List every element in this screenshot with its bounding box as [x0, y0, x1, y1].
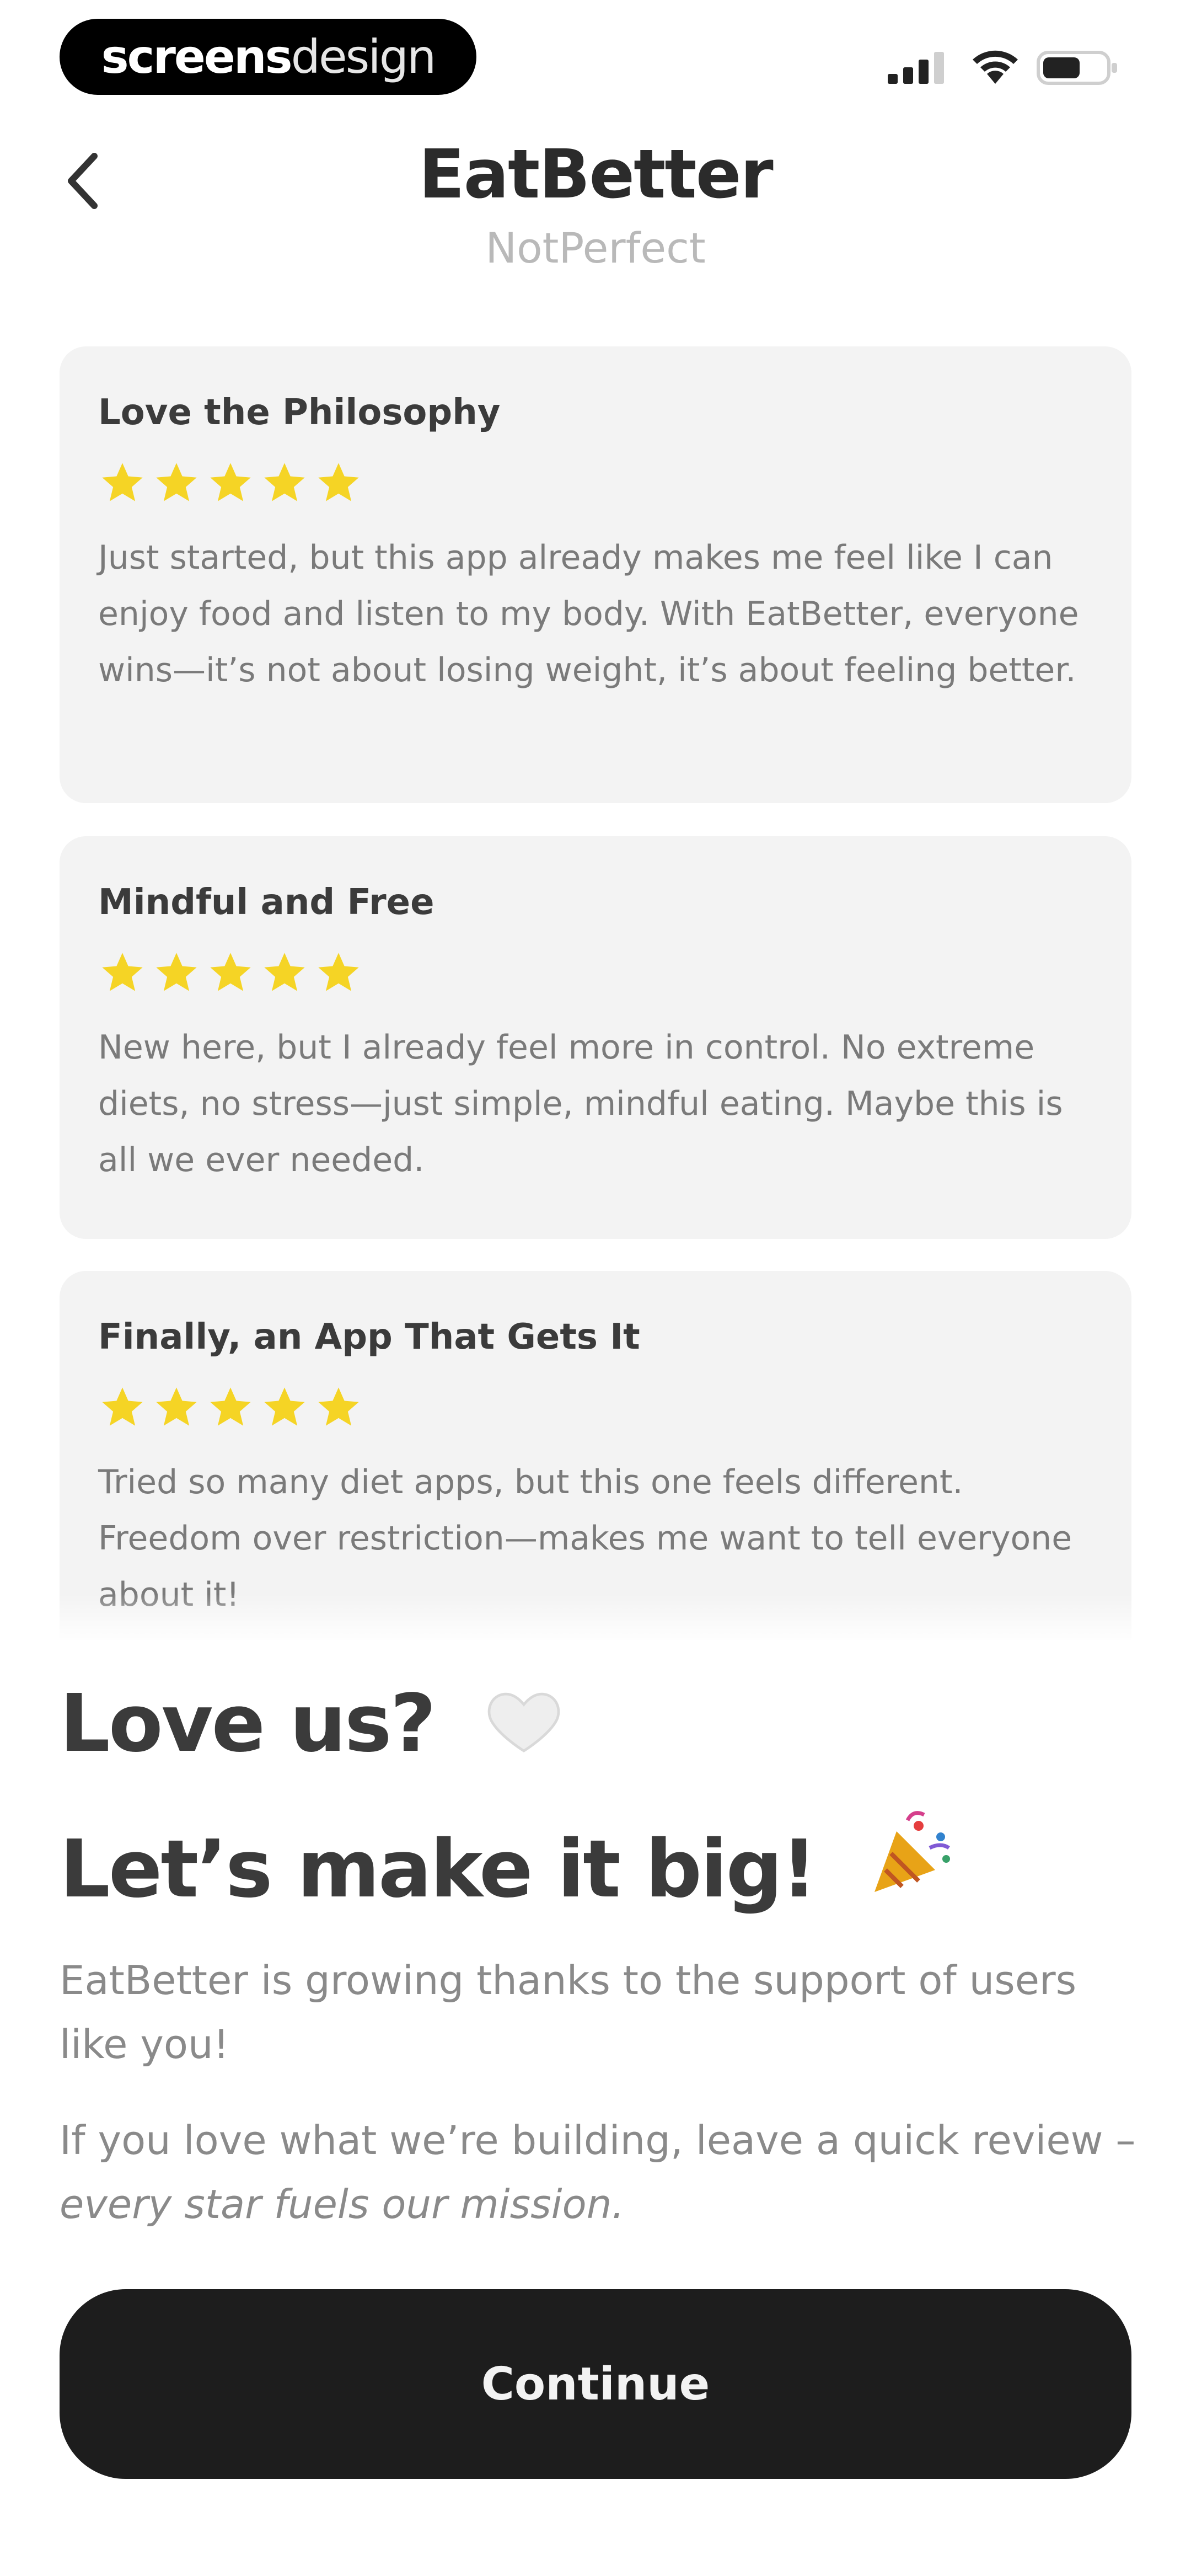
- star-icon: [264, 1387, 305, 1426]
- star-icon: [210, 953, 251, 991]
- star-icon: [264, 463, 305, 501]
- star-rating: [98, 1383, 1093, 1436]
- battery-icon: [1037, 51, 1117, 85]
- promo-text-2-italic: every star fuels our mission.: [60, 2181, 625, 2227]
- star-icon: [318, 953, 359, 991]
- review-title: Mindful and Free: [98, 882, 434, 923]
- star-icon: [210, 463, 251, 501]
- star-icon: [102, 1387, 143, 1426]
- cellular-signal-icon: [888, 52, 944, 84]
- review-text: New here, but I already feel more in con…: [98, 1028, 1063, 1179]
- review-title: Love the Philosophy: [98, 392, 501, 433]
- headline-text: Let’s make it big!: [60, 1823, 817, 1915]
- reviews-fade: [60, 1594, 1131, 1644]
- review-card: Love the Philosophy Just started, but th…: [60, 346, 1131, 803]
- promo-text-2-prefix: If you love what we’re building, leave a…: [60, 2117, 1136, 2163]
- review-card: Mindful and Free New here, but I already…: [60, 836, 1131, 1239]
- wifi-icon: [973, 50, 1018, 84]
- star-icon: [102, 463, 143, 501]
- page-subtitle: NotPerfect: [485, 223, 706, 272]
- star-icon: [264, 953, 305, 991]
- status-icons: [888, 49, 1119, 87]
- white-heart-icon: [457, 1677, 565, 1770]
- star-rating: [98, 949, 1093, 1002]
- star-icon: [210, 1387, 251, 1426]
- star-rating: [98, 459, 1093, 512]
- review-card: Finally, an App That Gets It Tried so ma…: [60, 1271, 1131, 1640]
- star-icon: [156, 953, 197, 991]
- star-icon: [156, 463, 197, 501]
- reviews-list[interactable]: Love the Philosophy Just started, but th…: [60, 346, 1131, 1640]
- star-icon: [102, 953, 143, 991]
- promo-text-2: If you love what we’re building, leave a…: [60, 2108, 1140, 2236]
- brand-badge: screens design: [60, 19, 476, 95]
- continue-button[interactable]: Continue: [60, 2289, 1131, 2479]
- review-text: Just started, but this app already makes…: [98, 538, 1079, 690]
- headline-love-us: Love us?: [60, 1677, 565, 1770]
- star-icon: [318, 1387, 359, 1426]
- star-icon: [318, 463, 359, 501]
- brand-bold-text: screens: [101, 30, 293, 84]
- promo-text-1: EatBetter is growing thanks to the suppo…: [60, 1957, 1077, 2067]
- page-title: EatBetter: [419, 135, 773, 213]
- star-icon: [156, 1387, 197, 1426]
- brand-light-text: design: [291, 30, 437, 84]
- party-popper-icon: [838, 1811, 957, 1915]
- status-bar: screens design: [0, 0, 1191, 110]
- headline-make-it-big: Let’s make it big!: [60, 1809, 957, 1915]
- headline-text: Love us?: [60, 1677, 436, 1770]
- review-title: Finally, an App That Gets It: [98, 1317, 640, 1358]
